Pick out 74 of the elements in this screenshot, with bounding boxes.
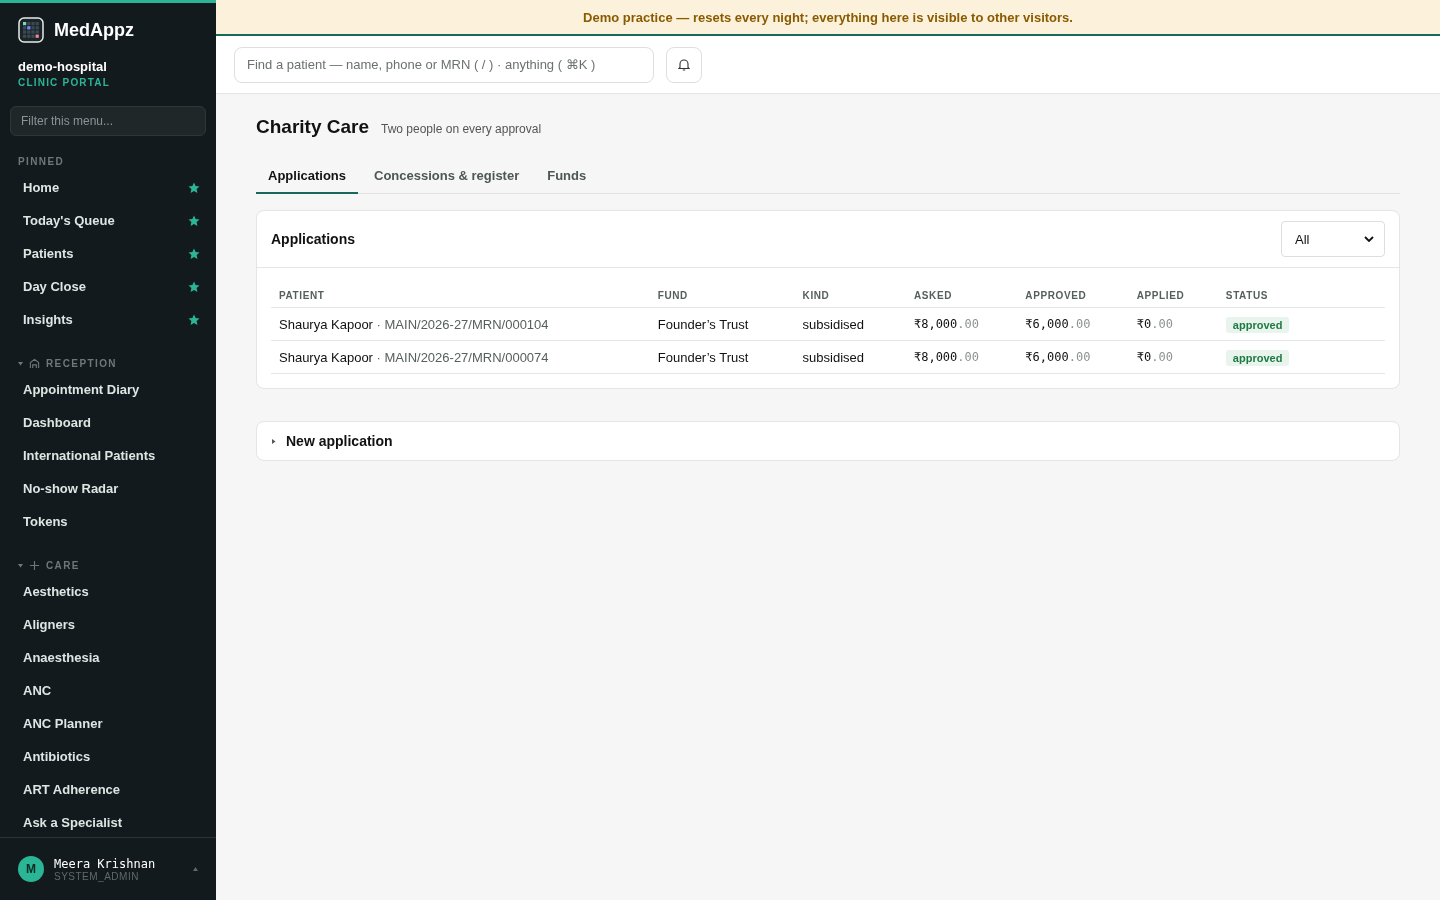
nav-item[interactable]: Ask a Specialist: [0, 806, 216, 837]
bell-icon: [678, 58, 690, 71]
nav-item[interactable]: Dashboard: [0, 406, 216, 439]
brand-name: MedAppz: [54, 19, 134, 41]
nav-item[interactable]: International Patients: [0, 439, 216, 472]
star-icon: [188, 247, 200, 260]
amount-cell: ₹6,000.00: [1017, 340, 1129, 374]
page-subtitle: Two people on every approval: [381, 122, 542, 136]
amount-cell: ₹0.00: [1128, 340, 1218, 374]
page-title: Charity Care: [256, 116, 369, 138]
user-avatar: M: [18, 856, 44, 882]
nav-item[interactable]: ANC: [0, 674, 216, 707]
kind-cell: subsidised: [794, 307, 906, 341]
nav-item[interactable]: Antibiotics: [0, 740, 216, 773]
star-icon: [188, 313, 200, 326]
house-icon: [29, 358, 40, 369]
nav-item[interactable]: Anaesthesia: [0, 641, 216, 674]
search-field[interactable]: Find a patient — name, phone or MRN ( / ) · anything ( ⌘K ): [234, 46, 654, 83]
amount-cell: ₹8,000.00: [905, 307, 1018, 341]
star-icon: [188, 181, 200, 194]
patient-cell: Shaurya Kapoor · MAIN/2026-27/MRN/000104: [271, 307, 650, 341]
star-icon: [188, 280, 200, 293]
column-header: ASKED: [905, 282, 1018, 308]
nav-item[interactable]: Tokens: [0, 505, 216, 538]
status-badge: approved: [1225, 316, 1290, 333]
portal-label: CLINIC PORTAL: [17, 76, 112, 88]
filter-field[interactable]: Filter this menu...: [10, 106, 206, 136]
nav-item[interactable]: Patients: [0, 237, 216, 270]
column-header: FUND: [649, 282, 795, 308]
section-label[interactable]: RECEPTION: [46, 358, 117, 369]
tab[interactable]: Applications: [256, 160, 358, 194]
nav-item[interactable]: Appointment Diary: [0, 373, 216, 406]
tab[interactable]: Concessions & register: [362, 160, 532, 194]
notifications-button[interactable]: [666, 46, 702, 83]
nav-item[interactable]: No-show Radar: [0, 472, 216, 505]
tab[interactable]: Funds: [535, 160, 599, 194]
section-label: PINNED: [18, 156, 65, 167]
demo-banner: Demo practice — resets every night; everything here is visible to other visitors.: [216, 0, 1440, 36]
nav-item[interactable]: Insights: [0, 303, 216, 336]
chevron-icon: [1364, 236, 1374, 242]
column-header: KIND: [794, 282, 906, 308]
fund-cell: Founder’s Trust: [649, 307, 795, 341]
status-filter-dropdown[interactable]: All: [1281, 221, 1385, 257]
nav-item[interactable]: ANC Planner: [0, 707, 216, 740]
nav-item[interactable]: Home: [0, 171, 216, 204]
plus-icon: [29, 560, 40, 571]
nav-item[interactable]: Day Close: [0, 270, 216, 303]
caret-icon[interactable]: [18, 361, 23, 366]
caret-icon[interactable]: [193, 867, 198, 871]
user-role: SYSTEM_ADMIN: [54, 870, 140, 882]
caret-icon[interactable]: [18, 563, 23, 568]
column-header: PATIENT: [271, 282, 650, 308]
status-badge: approved: [1225, 349, 1290, 366]
nav-item[interactable]: Aesthetics: [0, 575, 216, 608]
amount-cell: ₹8,000.00: [905, 340, 1018, 374]
nav-item[interactable]: ART Adherence: [0, 773, 216, 806]
patient-cell: Shaurya Kapoor · MAIN/2026-27/MRN/000074: [271, 340, 650, 374]
user-name: Meera Krishnan: [54, 856, 156, 871]
caret-icon: [271, 438, 276, 444]
column-header: APPROVED: [1017, 282, 1129, 308]
section-label[interactable]: CARE: [46, 560, 80, 571]
logo-icon: [18, 17, 44, 43]
column-header: STATUS: [1217, 282, 1385, 308]
organization-name: demo-hospital: [17, 58, 108, 74]
kind-cell: subsidised: [794, 340, 906, 374]
new-application-toggle[interactable]: New application: [256, 421, 1400, 461]
amount-cell: ₹0.00: [1128, 307, 1218, 341]
star-icon: [188, 214, 200, 227]
nav-item[interactable]: Aligners: [0, 608, 216, 641]
amount-cell: ₹6,000.00: [1017, 307, 1129, 341]
nav-item[interactable]: Today's Queue: [0, 204, 216, 237]
card-title: Applications: [271, 231, 355, 247]
fund-cell: Founder’s Trust: [649, 340, 795, 374]
column-header: APPLIED: [1128, 282, 1218, 308]
